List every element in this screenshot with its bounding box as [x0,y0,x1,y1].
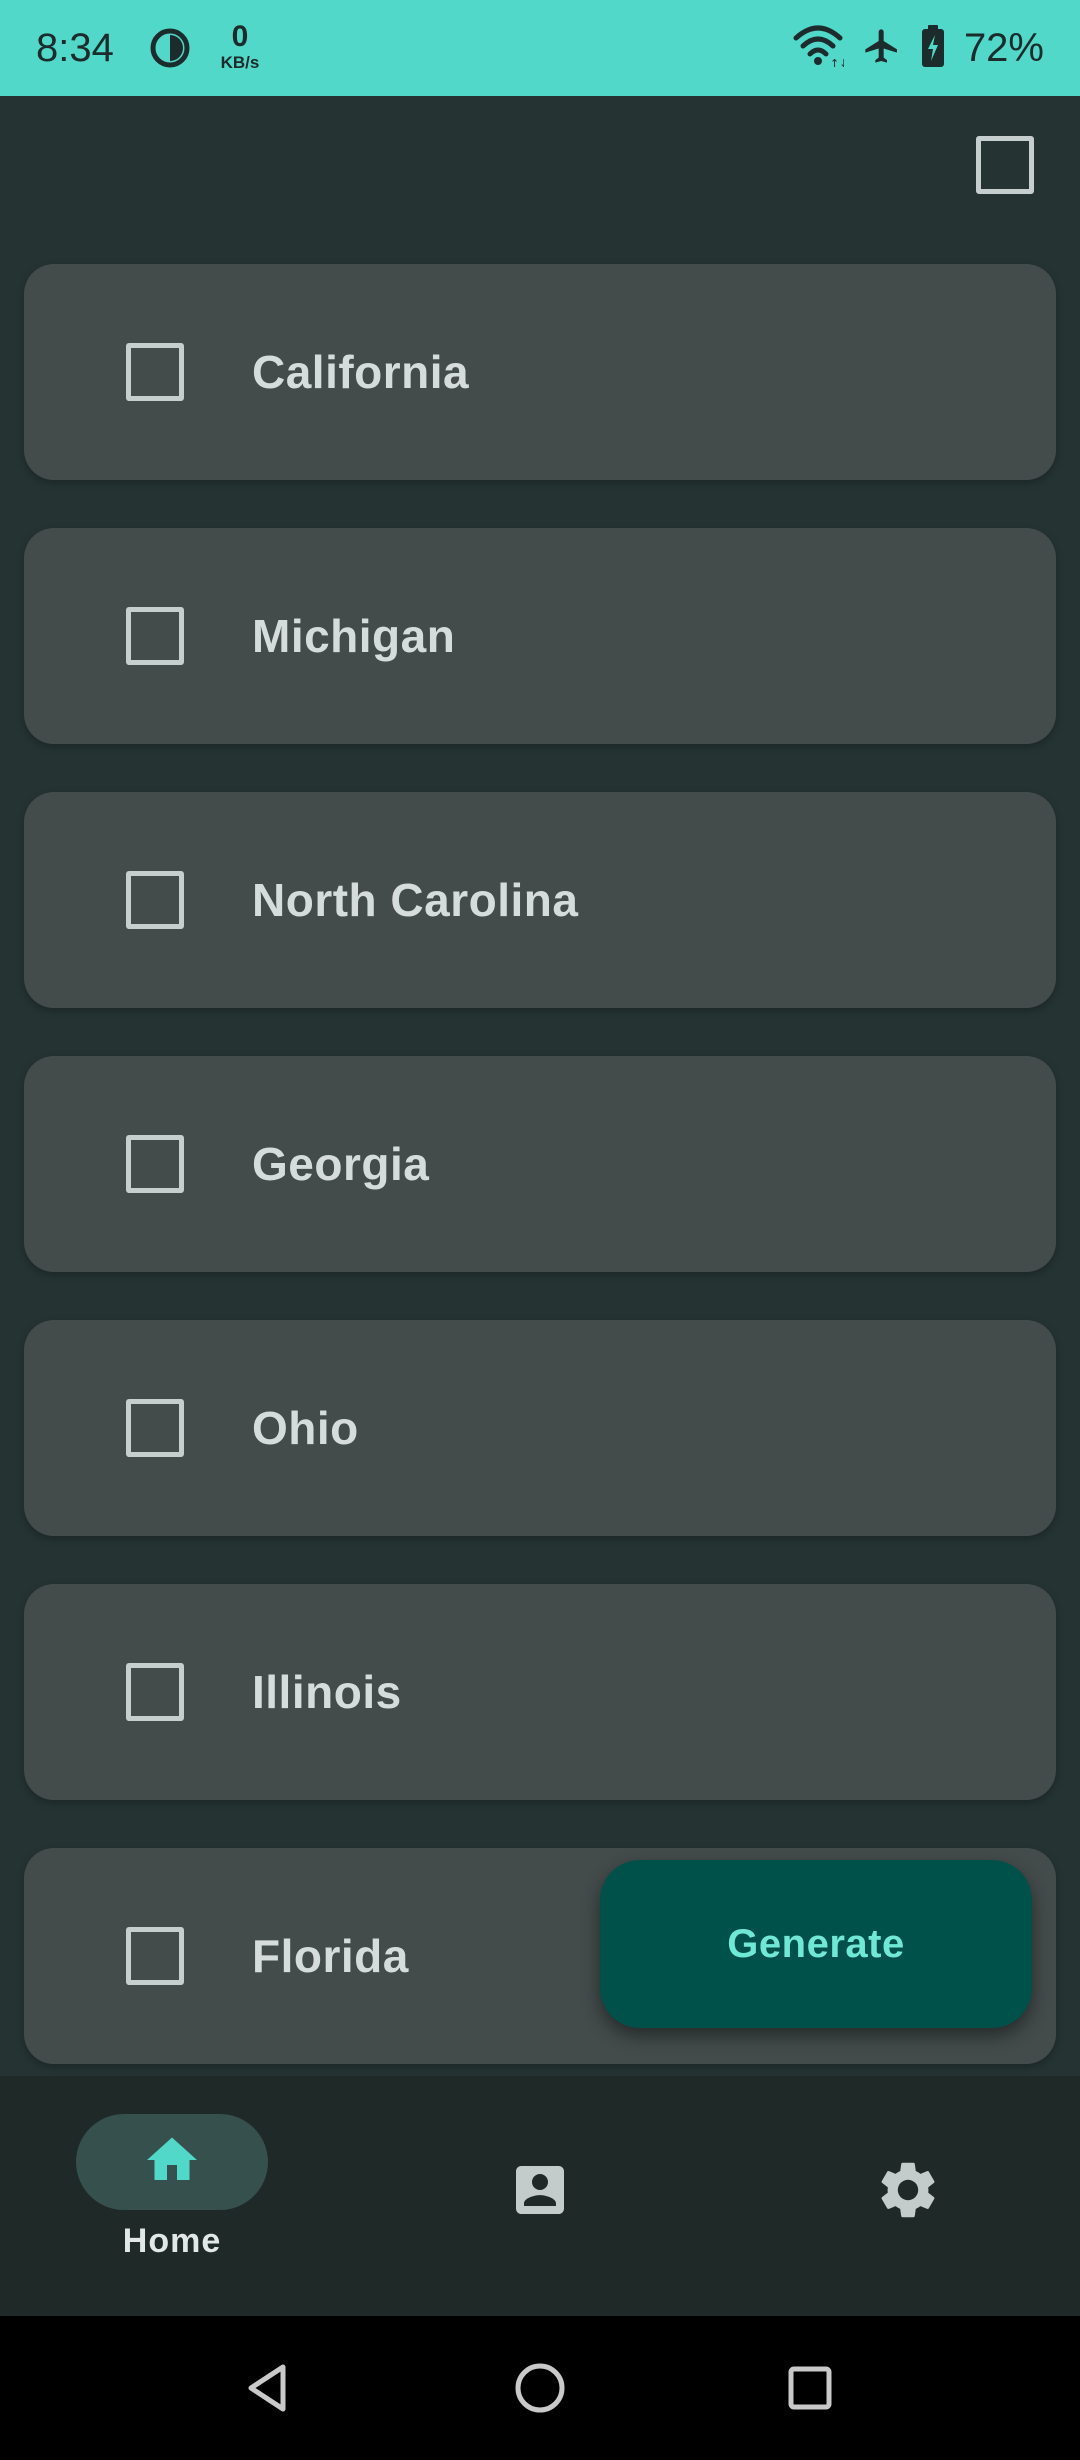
item-checkbox[interactable] [126,1663,184,1721]
nav-item-settings[interactable] [864,2148,952,2236]
back-icon[interactable] [232,2352,304,2424]
status-right-group: ↑↓ 72% [792,24,1044,72]
generate-button[interactable]: Generate [600,1860,1032,2028]
app-screen: 8:34 0 KB/s ↑↓ 72% California Michigan N… [0,0,1080,2460]
network-speed: 0 KB/s [212,20,268,72]
item-label: Florida [252,1930,409,1982]
item-label: Michigan [252,610,456,662]
home-icon [142,2130,202,2195]
list-item[interactable]: Illinois [24,1584,1056,1800]
nav-item-home-label: Home [122,2222,222,2260]
nav-active-indicator [76,2114,268,2210]
contact-icon [508,2158,572,2227]
list-item[interactable]: North Carolina [24,792,1056,1008]
list-item[interactable]: Georgia [24,1056,1056,1272]
status-bar: 8:34 0 KB/s ↑↓ 72% [0,0,1080,96]
data-saver-icon [150,28,190,68]
item-checkbox[interactable] [126,871,184,929]
item-checkbox[interactable] [126,607,184,665]
home-circle-icon[interactable] [504,2352,576,2424]
list-item[interactable]: Michigan [24,528,1056,744]
item-checkbox[interactable] [126,1135,184,1193]
recents-icon[interactable] [774,2352,846,2424]
item-checkbox[interactable] [126,1927,184,1985]
status-time: 8:34 [36,26,114,70]
item-label: North Carolina [252,874,579,926]
battery-percent: 72% [963,26,1044,70]
network-speed-value: 0 [231,20,249,53]
nav-item-home[interactable]: Home [76,2114,268,2284]
item-label: California [252,346,470,398]
system-navigation-bar [0,2316,1080,2460]
item-checkbox[interactable] [126,1399,184,1457]
nav-item-contacts[interactable] [496,2148,584,2236]
item-label: Georgia [252,1138,430,1190]
list-item[interactable]: California [24,264,1056,480]
battery-charging-icon [920,24,946,73]
settings-icon [874,2156,942,2229]
network-speed-unit: KB/s [220,53,260,72]
item-checkbox[interactable] [126,343,184,401]
item-label: Illinois [252,1666,402,1718]
list-item[interactable]: Ohio [24,1320,1056,1536]
item-label: Ohio [252,1402,359,1454]
bottom-navigation: Home [0,2076,1080,2316]
wifi-icon: ↑↓ [792,24,848,73]
airplane-icon [862,24,902,73]
select-all-checkbox[interactable] [976,136,1034,194]
svg-text:↑↓: ↑↓ [830,57,844,68]
